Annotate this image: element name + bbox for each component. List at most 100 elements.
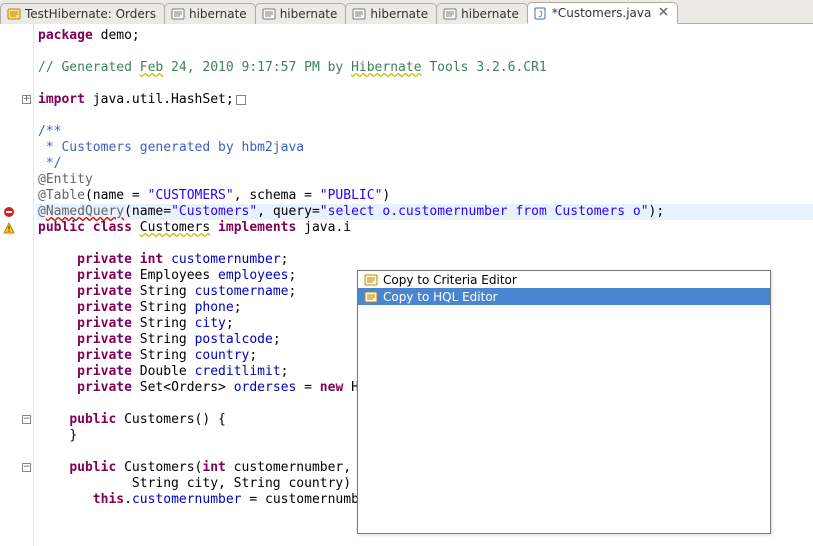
code-token: (name = [85,188,148,203]
code-token: implements [218,220,296,235]
code-token: /** [38,124,61,139]
code-token [132,220,140,235]
code-token: city [195,316,226,331]
code-token: int [202,460,225,475]
code-token: = [296,380,319,395]
code-token: orderses [234,380,297,395]
code-token: public [69,412,116,427]
tab-label: hibernate [370,7,428,21]
code-token: String [132,316,195,331]
code-token: private [77,380,132,395]
hibernate-editor-icon [171,7,185,21]
code-token: package [38,28,93,43]
code-token: java.util.HashSet; [85,92,234,107]
editor-tab-bar: TestHibernate: Orders hibernate hibernate h… [0,0,813,24]
code-token: public [38,220,85,235]
code-token: // Generated [38,60,140,75]
code-token: ) [382,188,390,203]
code-token: customernumber [132,492,242,507]
content-assist-popup: Copy to Criteria Editor Copy to HQL Edito… [357,270,771,534]
code-token: int [140,252,163,267]
code-token: ); [649,204,665,219]
code-token: private [77,348,132,363]
tab-label: *Customers.java [552,6,652,20]
editor-tab-0[interactable]: TestHibernate: Orders [0,3,165,24]
code-token: private [77,252,132,267]
code-token: * Customers generated by hbm2java [38,140,304,155]
code-token: NamedQuery [46,204,124,219]
code-token: (name= [124,204,171,219]
folded-region-box[interactable] [236,95,246,105]
code-token: @ [38,204,46,219]
code-token: private [77,332,132,347]
code-token: */ [38,156,61,171]
code-line: @NamedQuery(name="Customers", query="sel… [36,204,813,220]
editor-tab-4[interactable]: hibernate [436,3,528,24]
code-token: class [93,220,132,235]
code-token: Employees [132,268,218,283]
code-token: phone [195,300,234,315]
code-line: // Generated Feb 24, 2010 9:17:57 PM by … [36,60,813,76]
code-token: Set<Orders> [132,380,234,395]
code-line [36,236,813,252]
code-token: String [132,300,195,315]
code-line [36,44,813,60]
hibernate-editor-icon [352,7,366,21]
code-token: ; [288,268,296,283]
code-token [132,252,140,267]
code-token: Double [132,364,195,379]
code-token: "select o.customernumber from Customers … [320,204,649,219]
code-token: ; [249,348,257,363]
code-token: java.i [296,220,351,235]
warning-marker-icon[interactable] [2,221,16,235]
editor-gutter: + − − [0,24,34,546]
editor-tab-3[interactable]: hibernate [345,3,437,24]
editor-tab-5[interactable]: J *Customers.java [527,2,679,24]
code-token [85,220,93,235]
code-line: @Entity [36,172,813,188]
code-token: import [38,92,85,107]
code-token: "PUBLIC" [320,188,383,203]
fold-collapse-icon[interactable]: − [22,463,31,472]
code-token: String [132,284,195,299]
hibernate-editor-icon [7,7,21,21]
code-line: */ [36,156,813,172]
content-assist-item-label: Copy to HQL Editor [383,290,498,304]
content-assist-item[interactable]: Copy to Criteria Editor [358,271,770,288]
code-token: Tools 3.2.6.CR1 [422,60,547,75]
code-line: package demo; [36,28,813,44]
code-token: ; [234,300,242,315]
code-token [210,220,218,235]
close-icon[interactable] [659,7,669,20]
code-line: import java.util.HashSet; [36,92,813,108]
fold-collapse-icon[interactable]: − [22,415,31,424]
code-token: ; [226,316,234,331]
hibernate-editor-icon [262,7,276,21]
code-token: private [77,300,132,315]
criteria-editor-icon [364,273,378,287]
content-assist-item[interactable]: Copy to HQL Editor [358,288,770,305]
fold-expand-icon[interactable]: + [22,95,31,104]
content-assist-item-label: Copy to Criteria Editor [383,273,517,287]
code-token: private [77,316,132,331]
hibernate-editor-icon [443,7,457,21]
error-marker-icon[interactable] [2,205,16,219]
code-token: ; [281,364,289,379]
code-token: customernumber [171,252,281,267]
code-line: /** [36,124,813,140]
code-token: private [77,364,132,379]
code-token: employees [218,268,288,283]
code-line [36,76,813,92]
editor-tab-2[interactable]: hibernate [255,3,347,24]
code-token: , query= [257,204,320,219]
code-token: String [132,348,195,363]
code-token: ; [288,284,296,299]
code-token: Customers [140,220,210,235]
editor-tab-1[interactable]: hibernate [164,3,256,24]
svg-text:J: J [538,10,543,19]
code-token: Customers( [116,460,202,475]
code-token: private [77,268,132,283]
code-token: ; [281,252,289,267]
hql-editor-icon [364,290,378,304]
tab-label: hibernate [189,7,247,21]
